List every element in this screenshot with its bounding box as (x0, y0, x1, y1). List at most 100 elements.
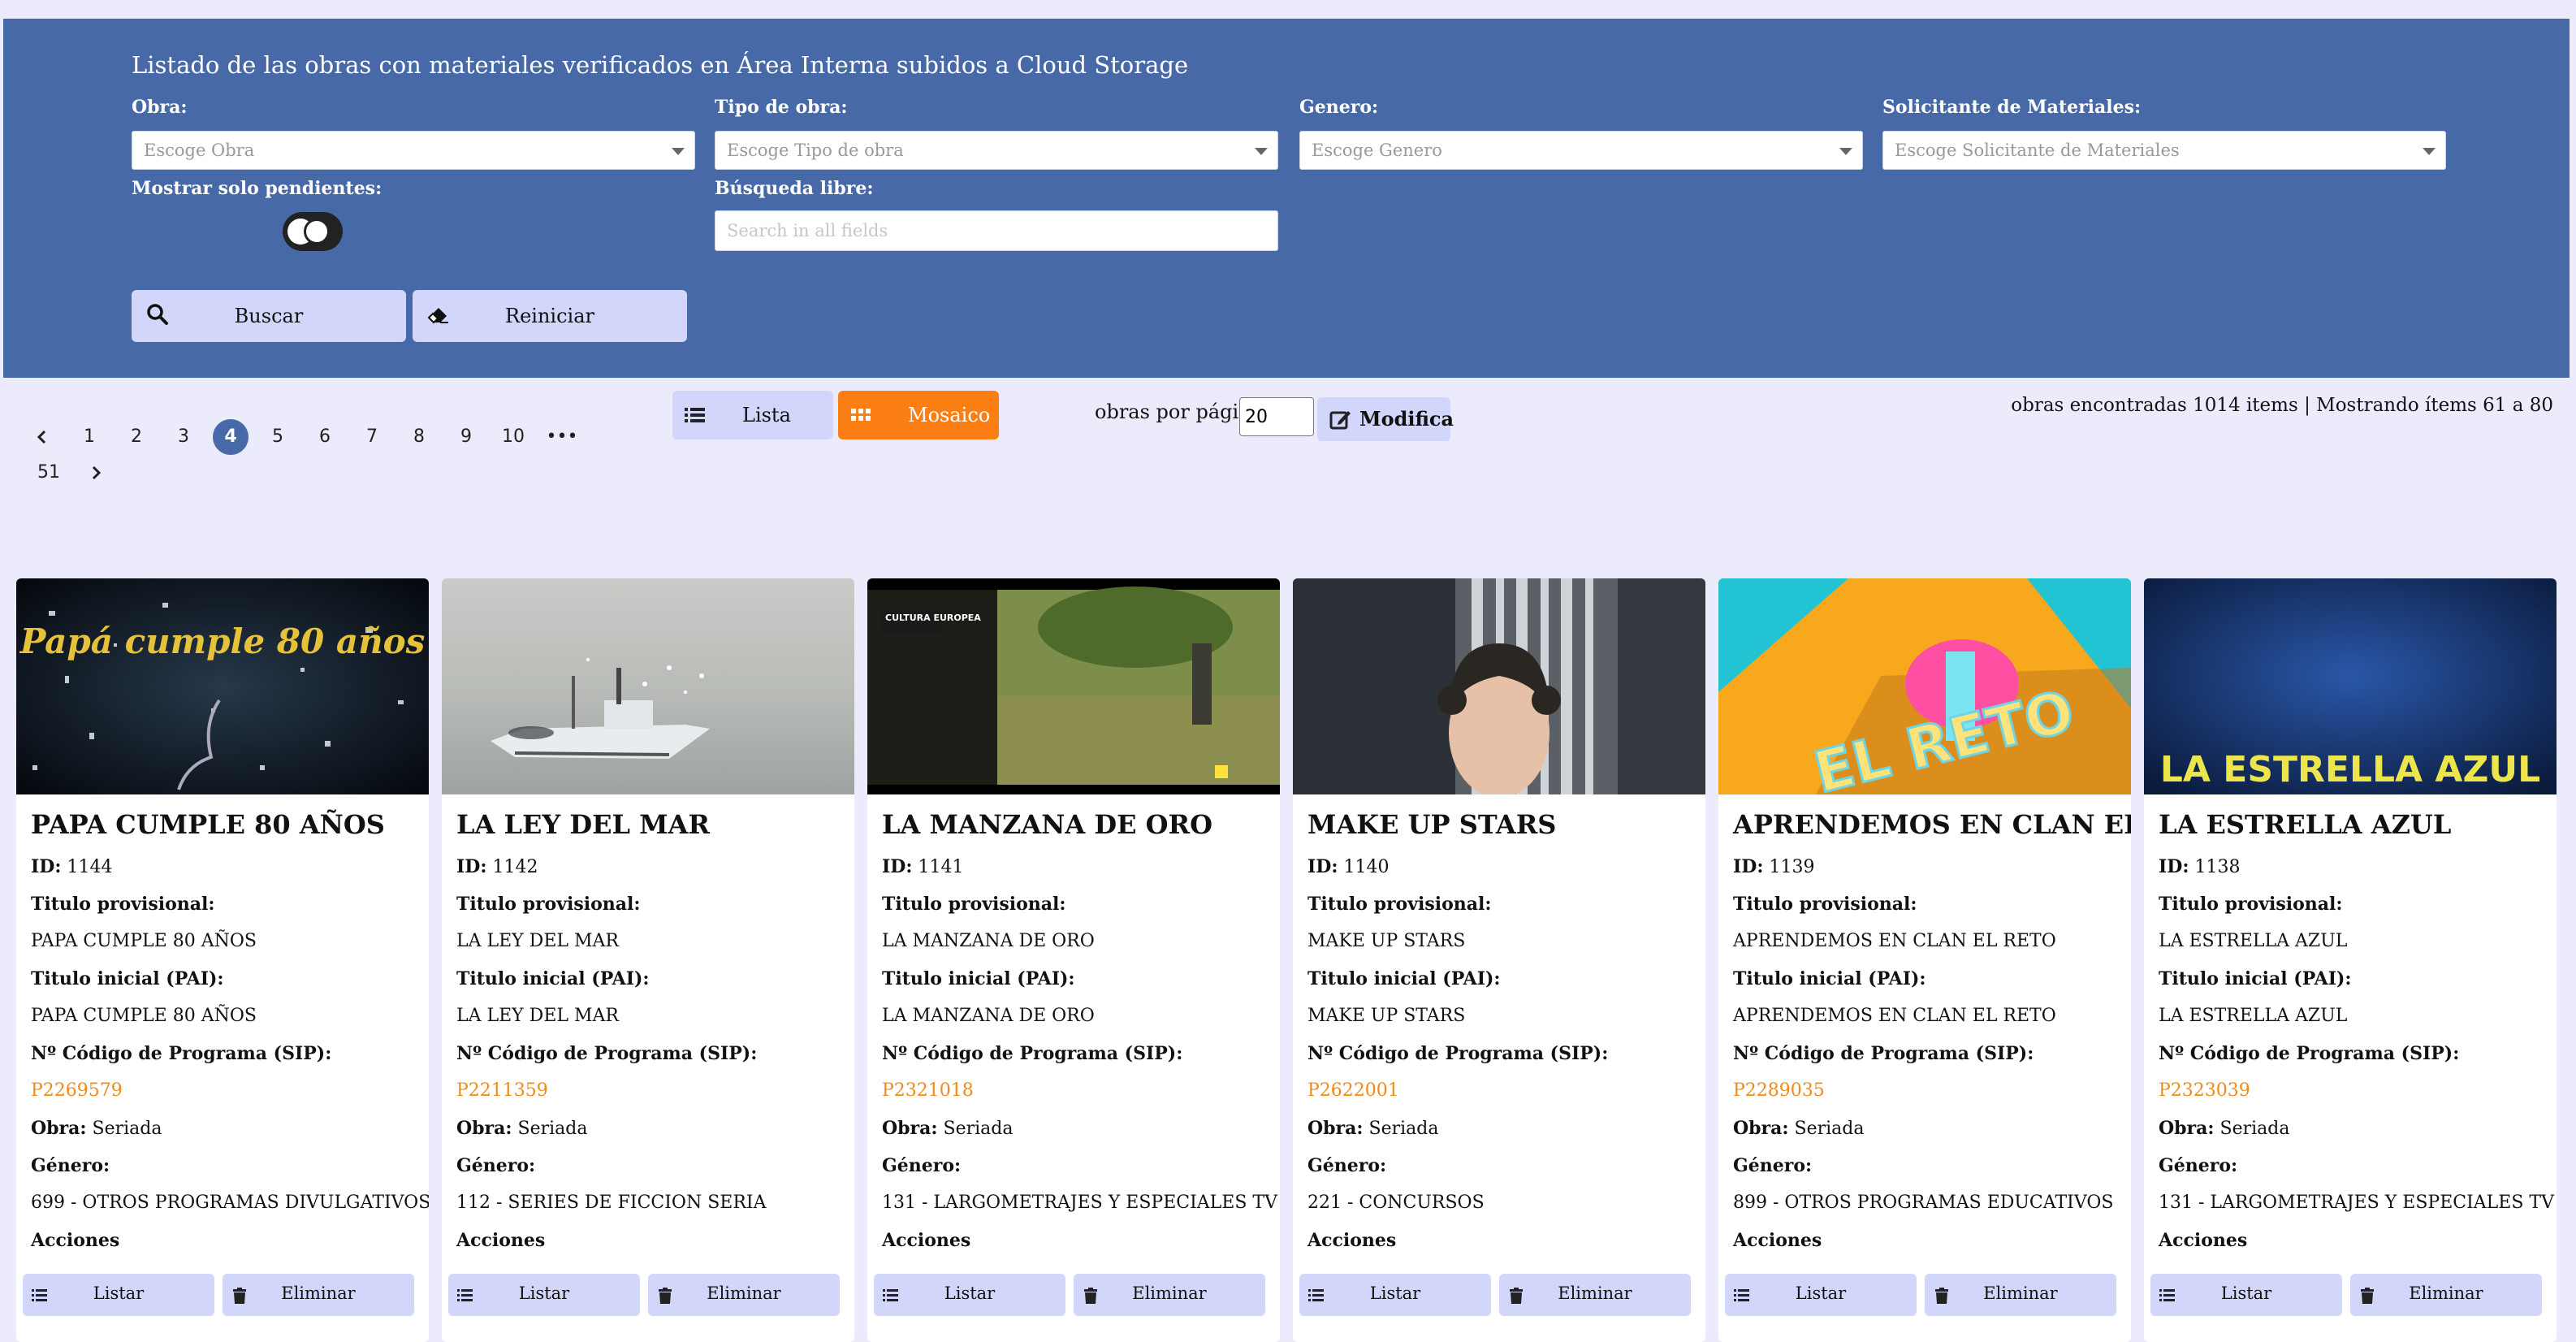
pagination: 1 2 3 4 5 6 7 8 9 10 ••• 51 (24, 419, 593, 500)
titulo-provisional-value: APRENDEMOS EN CLAN EL RETO (1733, 931, 2056, 951)
prev-page-button[interactable] (24, 419, 60, 455)
titulo-provisional-label: Titulo provisional: (456, 894, 641, 915)
sip-code: P2289035 (1733, 1080, 1825, 1101)
obra-select-placeholder: Escoge Obra (144, 141, 255, 160)
obra-row: Obra: Seriada (1307, 1118, 1439, 1139)
eliminar-label: Eliminar (1983, 1284, 2058, 1303)
mosaico-label: Mosaico (908, 404, 991, 426)
genero-label: Género: (456, 1155, 536, 1176)
page-link-current[interactable]: 4 (213, 419, 249, 455)
card-thumbnail[interactable] (442, 578, 854, 794)
page-ellipsis[interactable]: ••• (544, 419, 580, 455)
card-image: EL RETO (1718, 578, 2131, 794)
page-link[interactable]: 8 (401, 419, 437, 455)
listar-button[interactable]: Listar (2150, 1274, 2342, 1316)
obra-value: Seriada (2219, 1119, 2290, 1139)
titulo-provisional-value: LA ESTRELLA AZUL (2159, 931, 2348, 951)
reiniciar-button[interactable]: Reiniciar (413, 290, 687, 342)
tipo-obra-select[interactable]: Escoge Tipo de obra (715, 131, 1278, 170)
acciones-label: Acciones (1307, 1230, 1397, 1251)
sip-code: P2211359 (456, 1080, 548, 1101)
listar-label: Listar (2220, 1284, 2272, 1303)
listar-button[interactable]: Listar (1725, 1274, 1917, 1316)
listar-button[interactable]: Listar (1299, 1274, 1491, 1316)
sip-code: P2321018 (882, 1080, 974, 1101)
eliminar-label: Eliminar (1558, 1284, 1632, 1303)
card-thumbnail[interactable] (1293, 578, 1705, 794)
chevron-left-icon (37, 430, 46, 444)
lista-label: Lista (742, 404, 791, 426)
card-id: 1140 (1343, 857, 1390, 877)
listar-button[interactable]: Listar (448, 1274, 640, 1316)
busqueda-label: Búsqueda libre: (715, 178, 874, 199)
genero-label: Género: (882, 1155, 962, 1176)
card-thumbnail[interactable]: LA ESTRELLA AZUL (2144, 578, 2557, 794)
page-link[interactable]: 10 (495, 419, 531, 455)
page-link[interactable]: 7 (354, 419, 390, 455)
next-page-button[interactable] (78, 455, 114, 491)
genero-value: 112 - SERIES DE FICCION SERIA (456, 1193, 767, 1213)
card-id: 1138 (2194, 857, 2241, 877)
page-link[interactable]: 6 (307, 419, 343, 455)
codigo-label: Nº Código de Programa (SIP): (1733, 1043, 2034, 1064)
eliminar-label: Eliminar (281, 1284, 356, 1303)
acciones-label: Acciones (31, 1230, 120, 1251)
titulo-inicial-value: LA LEY DEL MAR (456, 1006, 619, 1026)
solicitante-filter-label: Solicitante de Materiales: (1882, 97, 2142, 118)
page-link-last[interactable]: 51 (31, 455, 67, 491)
eliminar-button[interactable]: Eliminar (648, 1274, 840, 1316)
buscar-button[interactable]: Buscar (132, 290, 406, 342)
genero-value: 699 - OTROS PROGRAMAS DIVULGATIVOS (31, 1193, 429, 1213)
titulo-provisional-label: Titulo provisional: (31, 894, 215, 915)
card-title: MAKE UP STARS (1307, 809, 1557, 840)
solicitante-select[interactable]: Escoge Solicitante de Materiales (1882, 131, 2446, 170)
eliminar-button[interactable]: Eliminar (1925, 1274, 2116, 1316)
page-link[interactable]: 3 (166, 419, 201, 455)
obra-value: Seriada (1794, 1119, 1865, 1139)
eliminar-button[interactable]: Eliminar (1074, 1274, 1265, 1316)
obra-row: Obra: Seriada (1733, 1118, 1865, 1139)
titulo-provisional-value: LA LEY DEL MAR (456, 931, 619, 951)
card-thumbnail[interactable]: EL RETO (1718, 578, 2131, 794)
card-title: LA MANZANA DE ORO (882, 809, 1212, 840)
titulo-inicial-label: Titulo inicial (PAI): (31, 968, 224, 989)
card-image (442, 578, 854, 794)
modifica-button[interactable]: Modifica (1317, 397, 1454, 441)
titulo-inicial-value: LA ESTRELLA AZUL (2159, 1006, 2348, 1026)
card-id-row: ID: 1142 (456, 856, 538, 877)
card-thumbnail[interactable]: CULTURA EUROPEA (867, 578, 1280, 794)
genero-select[interactable]: Escoge Genero (1299, 131, 1863, 170)
obra-select[interactable]: Escoge Obra (132, 131, 695, 170)
page-link[interactable]: 1 (71, 419, 107, 455)
work-card: Papá cumple 80 años PAPA CUMPLE 80 AÑOS … (16, 578, 429, 1342)
per-page-input[interactable] (1239, 397, 1314, 436)
card-id: 1139 (1769, 857, 1815, 877)
listar-label: Listar (944, 1284, 996, 1303)
eliminar-button[interactable]: Eliminar (2350, 1274, 2542, 1316)
grid-icon (851, 409, 871, 421)
codigo-label: Nº Código de Programa (SIP): (2159, 1043, 2460, 1064)
obra-row: Obra: Seriada (2159, 1118, 2290, 1139)
card-thumbnail[interactable]: Papá cumple 80 años (16, 578, 429, 794)
listar-label: Listar (518, 1284, 570, 1303)
work-card: MAKE UP STARS ID: 1140 Titulo provisiona… (1293, 578, 1705, 1342)
page-link[interactable]: 5 (260, 419, 296, 455)
lista-view-button[interactable]: Lista (672, 391, 833, 439)
edit-icon (1329, 411, 1351, 430)
mosaico-view-button[interactable]: Mosaico (838, 391, 999, 439)
genero-label: Género: (2159, 1155, 2238, 1176)
search-input[interactable] (715, 210, 1278, 251)
eliminar-button[interactable]: Eliminar (1499, 1274, 1691, 1316)
eliminar-button[interactable]: Eliminar (223, 1274, 414, 1316)
page-link[interactable]: 2 (119, 419, 154, 455)
listar-button[interactable]: Listar (23, 1274, 214, 1316)
tipo-select-placeholder: Escoge Tipo de obra (727, 141, 904, 160)
obra-row: Obra: Seriada (882, 1118, 1014, 1139)
pendientes-toggle[interactable] (283, 212, 343, 251)
listar-button[interactable]: Listar (874, 1274, 1065, 1316)
thumb-caption: CULTURA EUROPEA (885, 613, 981, 623)
titulo-inicial-label: Titulo inicial (PAI): (456, 968, 650, 989)
page-link[interactable]: 9 (448, 419, 484, 455)
chevron-down-icon (2423, 148, 2436, 155)
titulo-inicial-value: LA MANZANA DE ORO (882, 1006, 1095, 1026)
